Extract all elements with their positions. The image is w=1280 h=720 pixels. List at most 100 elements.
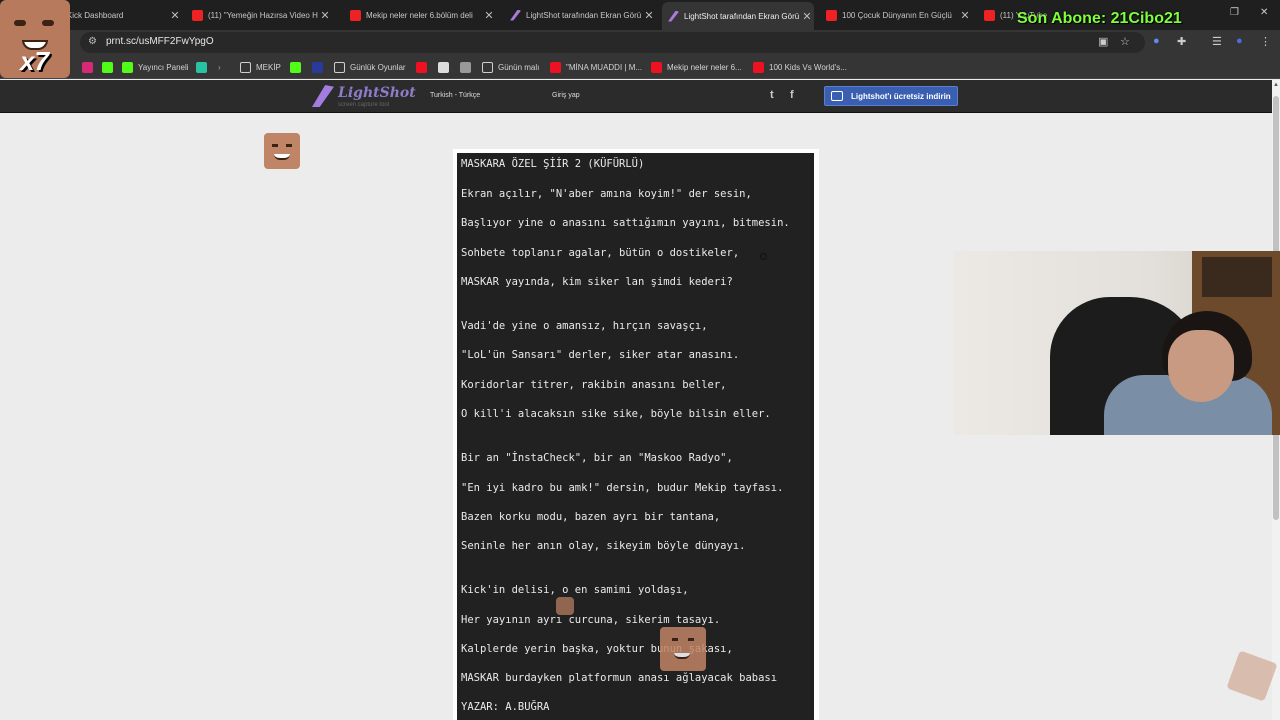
youtube-icon — [350, 9, 361, 21]
scroll-up-icon[interactable]: ▲ — [1273, 82, 1279, 88]
poem-line: Ekran açılır, "N'aber amına koyim!" der … — [461, 188, 752, 200]
bookmark-globe[interactable] — [460, 59, 476, 75]
bookmark-mekip[interactable]: MEKİP — [240, 59, 281, 75]
download-button[interactable]: Lightshot'ı ücretsiz indirin — [824, 86, 958, 106]
feather-icon — [312, 85, 334, 107]
emote-eye — [672, 638, 678, 641]
tab-lightshot-1[interactable]: LightShot tarafından Ekran Görü ✕ — [504, 4, 656, 26]
emote-multiplier: x7 — [20, 46, 49, 76]
close-icon[interactable]: ✕ — [800, 10, 814, 23]
kick-icon — [290, 61, 301, 73]
bookmark-instagram[interactable] — [82, 59, 98, 75]
bookmark-kick-2[interactable] — [290, 59, 306, 75]
poem-line: Kick'in delisi, o en samimi yoldaşı, — [461, 584, 689, 596]
screen: - Kick Dashboard ✕ (11) "Yemeğin Hazırsa… — [0, 0, 1280, 720]
bookmark-kick[interactable] — [102, 59, 118, 75]
poem-line: MASKAR burdayken platformun anası ağlaya… — [461, 672, 778, 684]
install-icon[interactable]: ▣ — [1098, 35, 1108, 48]
bookmark-gunun-mali[interactable]: Günün malı — [482, 59, 539, 75]
close-icon[interactable]: ✕ — [482, 9, 496, 22]
lightshot-icon — [510, 9, 521, 21]
emote-sticker — [660, 627, 706, 671]
bookmark-label: 100 Kids Vs World's... — [769, 62, 847, 72]
bookmarks-bar: ✕ Yayıncı Paneli › MEKİP Günlük Oyunlar … — [0, 55, 1280, 79]
screenshot-image[interactable] — [457, 153, 814, 720]
media-icon[interactable]: ☰ — [1212, 35, 1222, 48]
image-icon — [438, 61, 449, 73]
bookmark-teal[interactable] — [196, 59, 212, 75]
tab-label: 100 Çocuk Dünyanın En Güçlü — [842, 10, 952, 20]
address-bar[interactable]: ⚙ prnt.sc/usMFF2FwYpgO — [80, 32, 1145, 53]
tab-lightshot-active[interactable]: LightShot tarafından Ekran Görü ✕ — [662, 2, 814, 30]
tab-label: - Kick Dashboard — [62, 10, 124, 20]
close-icon[interactable]: ✕ — [958, 9, 972, 22]
youtube-icon — [416, 61, 427, 73]
bookmark-label: Günün malı — [498, 62, 540, 72]
poem-title: MASKARA ÖZEL ŞİİR 2 (KÜFÜRLÜ) — [461, 158, 645, 170]
poem-line: Vadi'de yine o amansız, hırçın savaşçı, — [461, 320, 708, 332]
bookmark-mekip-neler[interactable]: Mekip neler neler 6... — [651, 59, 742, 75]
app-icon — [312, 61, 323, 73]
profile-icon[interactable]: ● — [1236, 35, 1243, 47]
kick-icon — [122, 61, 133, 73]
folder-icon — [240, 61, 251, 73]
youtube-icon — [826, 9, 837, 21]
bookmark-gunluk-oyunlar[interactable]: Günlük Oyunlar — [334, 59, 406, 75]
youtube-icon — [753, 61, 764, 73]
bookmark-mina-muaddi[interactable]: "MİNA MUADDI | M... — [550, 59, 642, 75]
bookmark-100-kids[interactable]: 100 Kids Vs World's... — [753, 59, 847, 75]
close-icon[interactable]: ✕ — [642, 9, 656, 22]
webcam-shelf-inner — [1202, 257, 1272, 297]
download-label: Lightshot'ı ücretsiz indirin — [851, 91, 951, 101]
folder-icon — [482, 61, 493, 73]
globe-icon — [460, 61, 471, 73]
window-close-icon[interactable]: ✕ — [1260, 7, 1268, 18]
poem-author: YAZAR: A.BUĞRA — [461, 701, 550, 713]
chevron-right-icon[interactable]: › — [218, 59, 221, 75]
monitor-icon — [831, 91, 843, 101]
tab-youtube-2[interactable]: Mekip neler neler 6.bölüm deli ✕ — [344, 4, 496, 26]
puzzle-icon[interactable]: ✚ — [1177, 35, 1186, 48]
emote-eye — [42, 20, 54, 26]
poem-line: Her yayının ayrı curcuna, sikerim tasayı… — [461, 614, 721, 626]
poem-line: "En iyi kadro bu amk!" dersin, budur Mek… — [461, 482, 784, 494]
login-link[interactable]: Giriş yap — [552, 92, 580, 99]
bookmark-label: Günlük Oyunlar — [350, 62, 406, 72]
tab-label: LightShot tarafından Ekran Görü — [684, 11, 800, 21]
poem-line: O kill'i alacaksın sike sike, böyle bils… — [461, 408, 771, 420]
bookmark-label: "MİNA MUADDI | M... — [566, 62, 643, 72]
restore-icon[interactable]: ❐ — [1230, 7, 1239, 18]
close-icon[interactable]: ✕ — [168, 9, 182, 22]
youtube-icon — [550, 61, 561, 73]
close-icon[interactable]: ✕ — [318, 9, 332, 22]
star-icon[interactable]: ☆ — [1120, 35, 1130, 48]
bookmark-blue[interactable] — [312, 59, 328, 75]
emote-eye — [688, 638, 694, 641]
tab-youtube-1[interactable]: (11) "Yemeğin Hazırsa Video Hazır ✕ — [186, 4, 332, 26]
lightshot-logo[interactable]: LightShot — [338, 85, 416, 101]
streamer-face — [1168, 330, 1234, 402]
poem-line: Bir an "İnstaCheck", bir an "Maskoo Rady… — [461, 452, 733, 464]
menu-icon[interactable]: ⋮ — [1260, 35, 1271, 48]
site-info-icon[interactable]: ⚙ — [88, 36, 97, 47]
emote-sticker — [264, 133, 300, 169]
bookmark-image[interactable] — [438, 59, 454, 75]
tab-label: Mekip neler neler 6.bölüm deli — [366, 10, 473, 20]
bookmark-yayinci-paneli[interactable]: Yayıncı Paneli — [122, 59, 189, 75]
language-select[interactable]: Turkish - Türkçe — [430, 92, 480, 99]
poem-line: Seninle her anın olay, sikeyim böyle dün… — [461, 540, 746, 552]
extension-icon[interactable]: ● — [1153, 35, 1160, 47]
bookmark-youtube[interactable] — [416, 59, 432, 75]
poem-line: "LoL'ün Sansarı" derler, siker atar anas… — [461, 349, 740, 361]
emote-sticker — [556, 597, 574, 615]
lightshot-icon — [668, 10, 679, 22]
tab-youtube-3[interactable]: 100 Çocuk Dünyanın En Güçlü ✕ — [820, 4, 972, 26]
twitter-icon[interactable]: t — [770, 89, 774, 101]
poem-line: Bazen korku modu, bazen ayrı bir tantana… — [461, 511, 721, 523]
tab-kick-dashboard[interactable]: - Kick Dashboard ✕ — [56, 4, 182, 26]
facebook-icon[interactable]: f — [790, 89, 794, 101]
tab-label: (11) "Yemeğin Hazırsa Video Hazır — [208, 10, 318, 20]
tab-label: LightShot tarafından Ekran Görü — [526, 10, 642, 20]
mouse-cursor — [760, 253, 767, 260]
poem-line: MASKAR yayında, kim siker lan şimdi kede… — [461, 276, 733, 288]
